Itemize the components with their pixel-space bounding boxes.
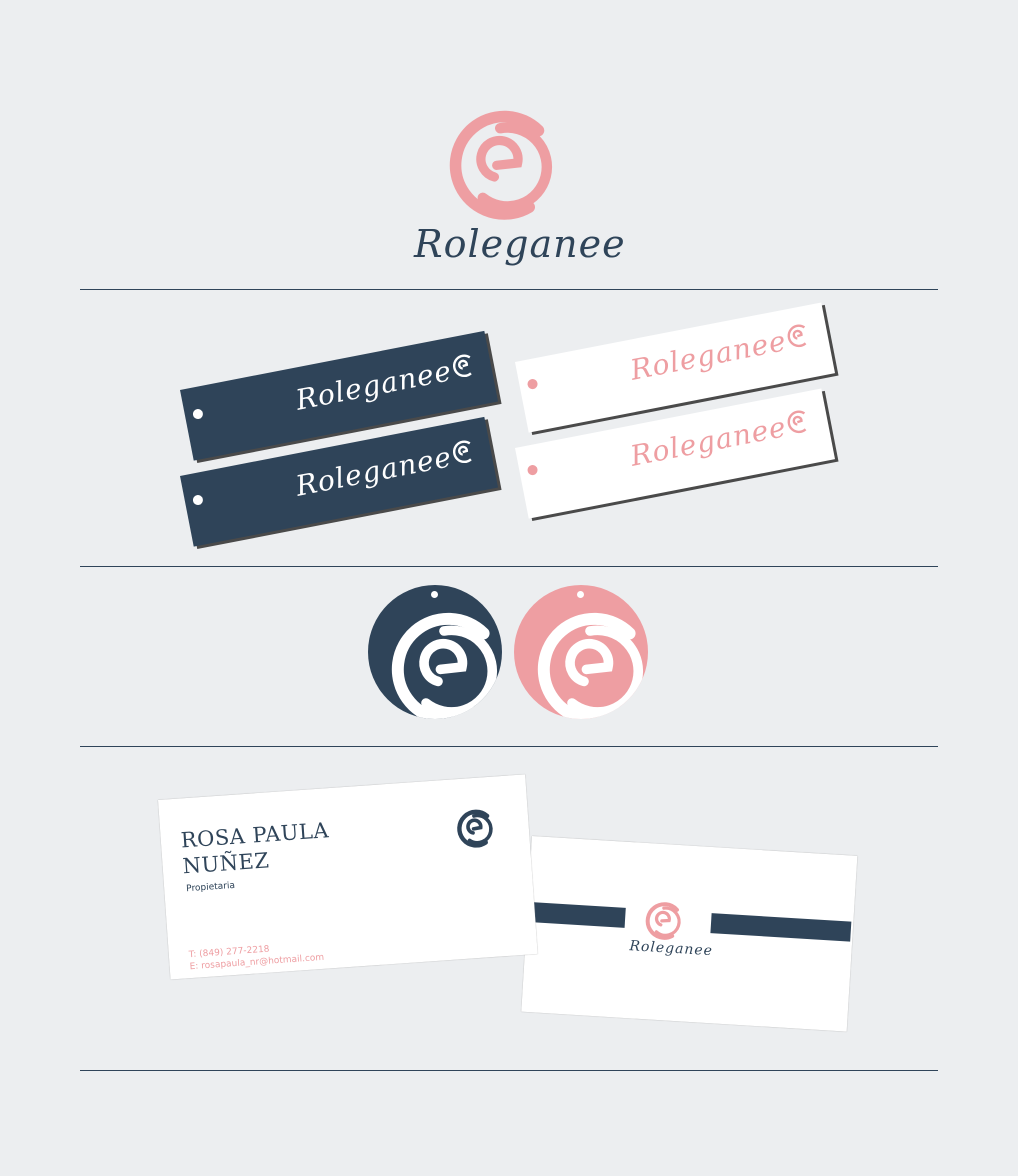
swirl-r-icon — [787, 410, 807, 434]
tag-hole — [192, 408, 204, 420]
tag-wordmark: Roleganee — [627, 324, 790, 387]
card-wordmark: Roleganee — [628, 938, 714, 960]
tag-hole — [526, 464, 539, 476]
card-band-left — [528, 901, 626, 928]
swirl-r-icon — [645, 902, 681, 940]
card-band-right — [710, 913, 852, 942]
tag-hole — [577, 591, 584, 598]
card-name-line1: ROSA PAULA — [180, 818, 330, 853]
tag-wordmark: Roleganee — [627, 410, 790, 473]
tag-hole — [192, 494, 204, 506]
divider-1 — [80, 289, 938, 290]
swirl-r-icon — [452, 440, 472, 464]
tag-hole — [526, 378, 539, 390]
business-card-front: ROSA PAULA NUÑEZ Propietaria T: (849) 27… — [158, 774, 538, 980]
swirl-r-icon — [457, 809, 493, 848]
divider-3 — [80, 746, 938, 747]
business-card-back: Roleganee — [521, 836, 858, 1032]
circle-tag-navy — [368, 585, 502, 719]
brand-wordmark: Roleganee — [414, 222, 626, 266]
tag-wordmark: Roleganee — [292, 440, 455, 503]
swirl-r-icon — [537, 612, 643, 719]
card-role: Propietaria — [185, 880, 236, 895]
swirl-r-icon — [787, 324, 807, 348]
swirl-r-icon — [452, 354, 472, 378]
tag-hole — [431, 591, 438, 598]
divider-4 — [80, 1070, 938, 1071]
main-logo: Roleganee — [400, 100, 625, 270]
tag-wordmark: Roleganee — [292, 354, 455, 417]
divider-2 — [80, 566, 938, 567]
card-name-line2: NUÑEZ — [181, 848, 271, 879]
swirl-r-icon — [449, 110, 553, 220]
swirl-r-icon — [391, 612, 497, 719]
circle-tag-pink — [514, 585, 648, 719]
